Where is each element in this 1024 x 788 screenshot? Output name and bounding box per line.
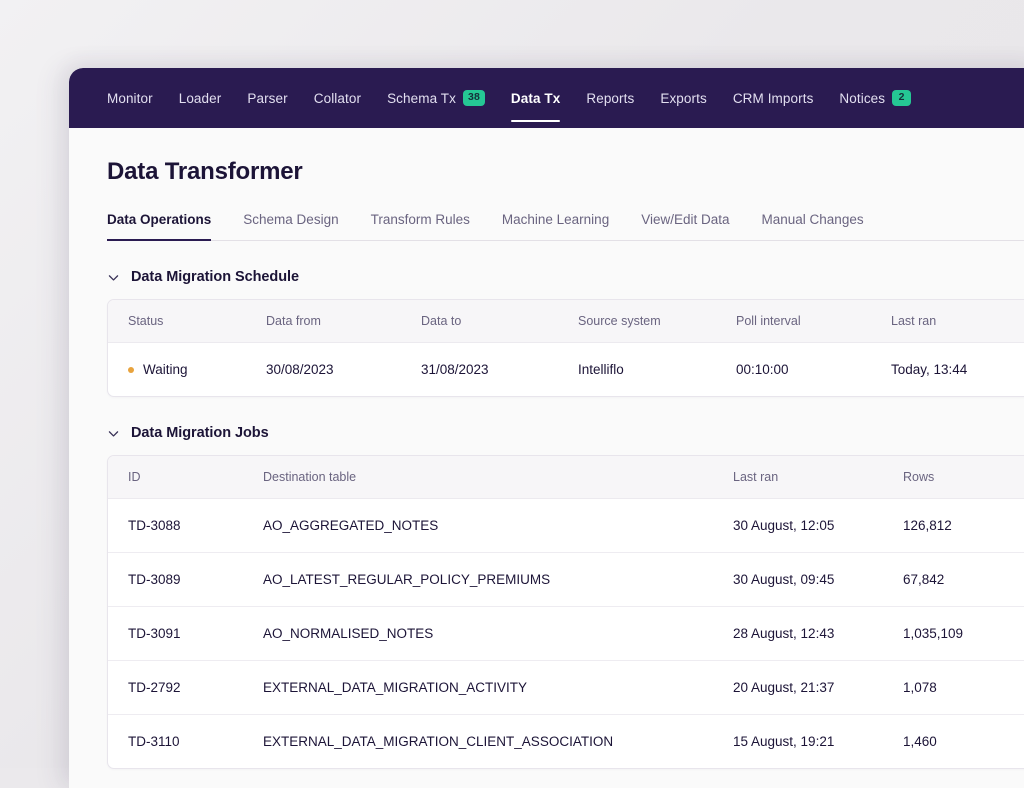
- schedule-cell-data-from: 30/08/2023: [266, 343, 421, 397]
- jobs-header-row: ID Destination table Last ran Rows: [108, 456, 1024, 499]
- tab-transform-rules[interactable]: Transform Rules: [371, 212, 470, 240]
- jobs-cell-destination-table: AO_NORMALISED_NOTES: [263, 607, 733, 661]
- nav-item-exports[interactable]: Exports: [660, 85, 706, 112]
- jobs-table-body: TD-3088AO_AGGREGATED_NOTES30 August, 12:…: [108, 499, 1024, 769]
- jobs-cell-last-ran: 28 August, 12:43: [733, 607, 903, 661]
- jobs-col-id: ID: [108, 456, 263, 499]
- table-row[interactable]: TD-3091AO_NORMALISED_NOTES28 August, 12:…: [108, 607, 1024, 661]
- jobs-section-title: Data Migration Jobs: [131, 425, 269, 441]
- nav-item-badge: 38: [463, 90, 485, 106]
- jobs-table-card: ID Destination table Last ran Rows TD-30…: [107, 455, 1024, 769]
- nav-item-label: Exports: [660, 91, 706, 106]
- page-title: Data Transformer: [107, 158, 1024, 186]
- nav-item-loader[interactable]: Loader: [179, 85, 222, 112]
- jobs-col-last-ran: Last ran: [733, 456, 903, 499]
- jobs-cell-last-ran: 30 August, 12:05: [733, 499, 903, 553]
- status-badge: Waiting: [143, 362, 188, 377]
- nav-item-label: Loader: [179, 91, 222, 106]
- jobs-cell-id: TD-3110: [108, 715, 263, 769]
- nav-item-data-tx[interactable]: Data Tx: [511, 85, 560, 112]
- schedule-col-data-to: Data to: [421, 300, 578, 343]
- jobs-cell-rows: 1,078: [903, 661, 1024, 715]
- schedule-table-card: Status Data from Data to Source system P…: [107, 299, 1024, 397]
- jobs-cell-rows: 1,035,109: [903, 607, 1024, 661]
- data-migration-jobs-section: Data Migration Jobs ID Destination table…: [107, 425, 1024, 769]
- jobs-cell-last-ran: 30 August, 09:45: [733, 553, 903, 607]
- jobs-cell-rows: 67,842: [903, 553, 1024, 607]
- nav-item-collator[interactable]: Collator: [314, 85, 361, 112]
- chevron-down-icon: [107, 427, 120, 440]
- status-dot: [128, 367, 134, 373]
- schedule-table: Status Data from Data to Source system P…: [108, 300, 1024, 396]
- jobs-cell-last-ran: 20 August, 21:37: [733, 661, 903, 715]
- schedule-col-data-from: Data from: [266, 300, 421, 343]
- table-row[interactable]: TD-3088AO_AGGREGATED_NOTES30 August, 12:…: [108, 499, 1024, 553]
- schedule-col-poll-interval: Poll interval: [736, 300, 891, 343]
- table-row[interactable]: Waiting 30/08/2023 31/08/2023 Intelliflo…: [108, 343, 1024, 397]
- tab-view-edit-data[interactable]: View/Edit Data: [641, 212, 729, 240]
- schedule-table-head: Status Data from Data to Source system P…: [108, 300, 1024, 343]
- jobs-cell-destination-table: EXTERNAL_DATA_MIGRATION_ACTIVITY: [263, 661, 733, 715]
- nav-item-monitor[interactable]: Monitor: [107, 85, 153, 112]
- jobs-cell-destination-table: EXTERNAL_DATA_MIGRATION_CLIENT_ASSOCIATI…: [263, 715, 733, 769]
- schedule-cell-data-to: 31/08/2023: [421, 343, 578, 397]
- schedule-table-body: Waiting 30/08/2023 31/08/2023 Intelliflo…: [108, 343, 1024, 397]
- jobs-cell-rows: 1,460: [903, 715, 1024, 769]
- jobs-cell-last-ran: 15 August, 19:21: [733, 715, 903, 769]
- schedule-cell-last-ran: Today, 13:44: [891, 343, 1024, 397]
- schedule-cell-source-system: Intelliflo: [578, 343, 736, 397]
- jobs-section-header[interactable]: Data Migration Jobs: [107, 425, 1024, 441]
- jobs-cell-id: TD-3091: [108, 607, 263, 661]
- nav-item-label: Notices: [839, 91, 885, 106]
- jobs-cell-id: TD-2792: [108, 661, 263, 715]
- data-migration-schedule-section: Data Migration Schedule Status Data from…: [107, 269, 1024, 397]
- schedule-col-last-ran: Last ran: [891, 300, 1024, 343]
- nav-item-label: Parser: [247, 91, 287, 106]
- table-row[interactable]: TD-3089AO_LATEST_REGULAR_POLICY_PREMIUMS…: [108, 553, 1024, 607]
- jobs-cell-rows: 126,812: [903, 499, 1024, 553]
- sub-tab-bar: Data Operations Schema Design Transform Ru…: [107, 212, 1024, 241]
- jobs-col-rows: Rows: [903, 456, 1024, 499]
- nav-item-label: Schema Tx: [387, 91, 456, 106]
- nav-item-label: Reports: [586, 91, 634, 106]
- schedule-cell-poll-interval: 00:10:00: [736, 343, 891, 397]
- top-navigation-bar: Monitor Loader Parser Collator Schema Tx 38 Da…: [69, 68, 1024, 128]
- schedule-header-row: Status Data from Data to Source system P…: [108, 300, 1024, 343]
- page-content: Data Transformer Data Operations Schema D…: [69, 128, 1024, 769]
- nav-item-label: Collator: [314, 91, 361, 106]
- schedule-cell-status: Waiting: [108, 343, 266, 397]
- nav-item-badge: 2: [892, 90, 911, 106]
- tab-data-operations[interactable]: Data Operations: [107, 212, 211, 240]
- jobs-cell-id: TD-3088: [108, 499, 263, 553]
- nav-item-label: Monitor: [107, 91, 153, 106]
- chevron-down-icon: [107, 271, 120, 284]
- tab-manual-changes[interactable]: Manual Changes: [762, 212, 864, 240]
- jobs-cell-destination-table: AO_AGGREGATED_NOTES: [263, 499, 733, 553]
- nav-item-label: CRM Imports: [733, 91, 814, 106]
- nav-item-label: Data Tx: [511, 91, 560, 106]
- schedule-section-title: Data Migration Schedule: [131, 269, 299, 285]
- jobs-table-head: ID Destination table Last ran Rows: [108, 456, 1024, 499]
- schedule-section-header[interactable]: Data Migration Schedule: [107, 269, 1024, 285]
- jobs-cell-id: TD-3089: [108, 553, 263, 607]
- jobs-table: ID Destination table Last ran Rows TD-30…: [108, 456, 1024, 768]
- table-row[interactable]: TD-2792EXTERNAL_DATA_MIGRATION_ACTIVITY2…: [108, 661, 1024, 715]
- tab-schema-design[interactable]: Schema Design: [243, 212, 338, 240]
- app-window: Monitor Loader Parser Collator Schema Tx 38 Da…: [69, 68, 1024, 788]
- jobs-cell-destination-table: AO_LATEST_REGULAR_POLICY_PREMIUMS: [263, 553, 733, 607]
- tab-machine-learning[interactable]: Machine Learning: [502, 212, 609, 240]
- table-row[interactable]: TD-3110EXTERNAL_DATA_MIGRATION_CLIENT_AS…: [108, 715, 1024, 769]
- nav-item-notices[interactable]: Notices 2: [839, 84, 911, 112]
- nav-item-crm-imports[interactable]: CRM Imports: [733, 85, 814, 112]
- nav-item-schema-tx[interactable]: Schema Tx 38: [387, 84, 485, 112]
- nav-item-reports[interactable]: Reports: [586, 85, 634, 112]
- jobs-col-destination-table: Destination table: [263, 456, 733, 499]
- nav-item-parser[interactable]: Parser: [247, 85, 287, 112]
- schedule-col-status: Status: [108, 300, 266, 343]
- schedule-col-source-system: Source system: [578, 300, 736, 343]
- nav-active-underline: [511, 120, 560, 122]
